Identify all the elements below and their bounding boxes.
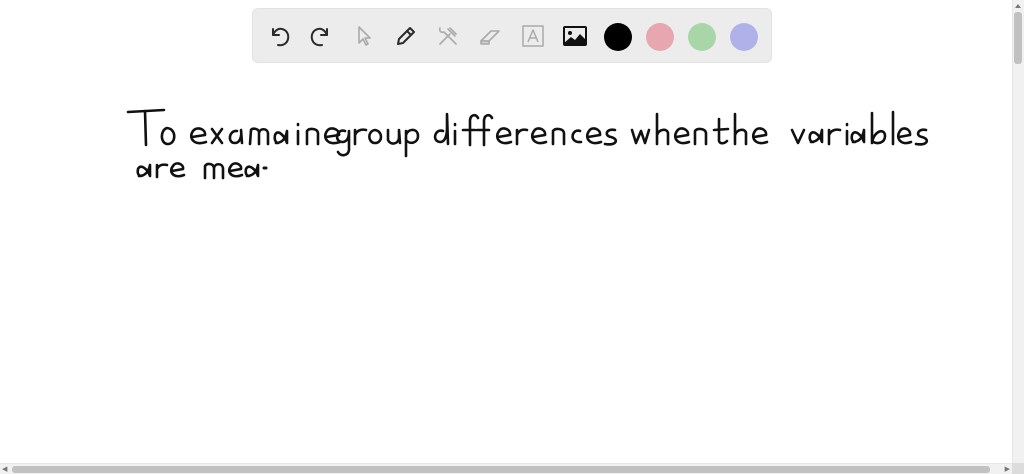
horizontal-scroll-thumb[interactable] bbox=[12, 466, 990, 473]
eraser-icon bbox=[480, 30, 500, 45]
color-swatch-red[interactable] bbox=[646, 23, 674, 51]
image-tool-button[interactable] bbox=[560, 21, 590, 51]
eraser-tool-button[interactable] bbox=[475, 21, 505, 51]
select-tool-button[interactable] bbox=[349, 21, 379, 51]
pen-tool-button[interactable] bbox=[391, 21, 421, 51]
undo-icon bbox=[272, 27, 290, 47]
undo-button[interactable] bbox=[264, 21, 294, 51]
image-icon bbox=[563, 26, 587, 46]
whiteboard-canvas[interactable]: To examine group differences when the va… bbox=[0, 0, 1012, 463]
scroll-up-icon[interactable] bbox=[1014, 2, 1022, 10]
tools-button[interactable] bbox=[433, 21, 463, 51]
color-swatch-black[interactable] bbox=[604, 23, 632, 51]
text-box-icon bbox=[522, 25, 544, 47]
pointer-icon bbox=[358, 26, 371, 46]
drawing-toolbar bbox=[252, 8, 772, 63]
vertical-scrollbar[interactable] bbox=[1012, 0, 1024, 463]
hammer-wrench-icon bbox=[438, 27, 457, 45]
pencil-icon bbox=[397, 27, 415, 45]
color-swatch-green[interactable] bbox=[688, 23, 716, 51]
scroll-left-icon[interactable]: ◀ bbox=[2, 465, 7, 474]
scroll-right-icon[interactable]: ▶ bbox=[1005, 465, 1010, 474]
scrollbar-corner bbox=[1012, 463, 1024, 474]
redo-icon bbox=[310, 27, 328, 47]
vertical-scroll-thumb[interactable] bbox=[1014, 12, 1022, 64]
color-swatch-blue[interactable] bbox=[730, 23, 758, 51]
handwriting-ink bbox=[126, 108, 929, 180]
text-tool-button[interactable] bbox=[518, 21, 548, 51]
horizontal-scrollbar[interactable]: ◀ ▶ bbox=[0, 463, 1012, 474]
redo-button[interactable] bbox=[306, 21, 336, 51]
